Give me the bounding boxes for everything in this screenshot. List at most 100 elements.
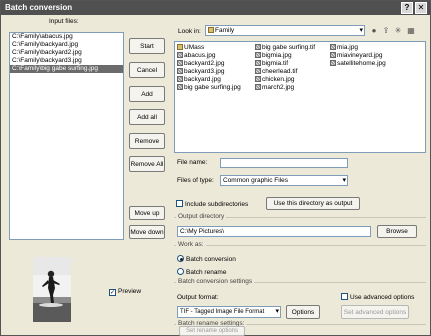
file-item-label: bigmia.tif (262, 60, 289, 67)
file-type-select[interactable]: Common graphic Files (220, 175, 348, 186)
output-directory-label: Output directory (176, 213, 227, 220)
file-item[interactable]: march2.jpg (255, 84, 315, 92)
use-directory-button[interactable]: Use this directory as output (266, 197, 360, 210)
include-subdirs-label: Include subdirectories (185, 201, 249, 208)
file-item-label: backyard.jpg (184, 76, 221, 83)
file-item-label: backyard2.jpg (184, 60, 225, 67)
output-directory-group: Output directory (174, 213, 426, 220)
list-item[interactable]: C:\Family\backyard.jpg (10, 41, 123, 49)
look-in-select[interactable]: Family (205, 25, 365, 36)
image-file-icon (255, 44, 261, 50)
use-advanced-checkbox[interactable]: Use advanced options (341, 293, 414, 301)
image-file-icon (255, 68, 261, 74)
add-button[interactable]: Add (129, 86, 165, 102)
checkbox-box[interactable]: ✓ (109, 289, 116, 296)
checkbox-box[interactable] (176, 200, 183, 207)
input-files-label: Input files: (49, 18, 79, 25)
up-folder-icon[interactable]: ⇪ (381, 26, 391, 36)
file-item[interactable]: backyard3.jpg (177, 68, 241, 76)
checkmark-icon: ✓ (110, 290, 116, 296)
image-file-icon (255, 52, 261, 58)
cancel-button[interactable]: Cancel (129, 62, 165, 78)
use-advanced-label: Use advanced options (350, 294, 415, 301)
remove-button[interactable]: Remove (129, 133, 165, 149)
batch-conversion-label: Batch conversion (186, 256, 236, 263)
file-item[interactable]: big gabe surfing.jpg (177, 84, 241, 92)
look-in-value: Family (215, 27, 235, 34)
batch-conversion-radio[interactable]: Batch conversion (177, 255, 236, 263)
image-file-icon (177, 76, 183, 82)
input-files-list[interactable]: C:\Family\abacus.jpg C:\Family\backyard.j… (9, 32, 124, 240)
batch-rename-label: Batch rename (186, 269, 227, 276)
file-item-label: abacus.jpg (184, 52, 216, 59)
checkbox-box[interactable] (341, 293, 348, 300)
work-as-label: Work as: (176, 241, 206, 248)
file-item-label: march2.jpg (262, 84, 295, 91)
close-button[interactable]: ✕ (415, 2, 427, 14)
image-file-icon (177, 84, 183, 90)
help-button[interactable]: ? (401, 2, 413, 14)
file-item[interactable]: big gabe surfing.tif (255, 44, 315, 52)
conversion-settings-group: Batch conversion settings (174, 278, 426, 285)
file-item[interactable]: bigmia.jpg (255, 52, 315, 60)
radio-selected[interactable] (177, 255, 184, 262)
batch-conversion-window: Batch conversion ? ✕ Input files: C:\Fam… (0, 0, 431, 336)
file-name-input[interactable] (220, 158, 348, 168)
file-item[interactable]: satellitehome.jpg (330, 60, 386, 68)
output-format-select[interactable]: TIF - Tagged Image File Format (177, 306, 281, 318)
file-item[interactable]: miavineyard.jpg (330, 52, 386, 60)
output-format-label: Output format: (177, 294, 219, 301)
file-item[interactable]: cheerlead.tif (255, 68, 315, 76)
list-item[interactable]: C:\Family\big gabe surfing.jpg (10, 65, 123, 73)
file-item[interactable]: bigmia.tif (255, 60, 315, 68)
image-file-icon (177, 60, 183, 66)
output-directory-input[interactable]: C:\My Pictures\ (177, 226, 371, 237)
preview-label: Preview (118, 288, 142, 295)
move-down-button[interactable]: Move down (129, 225, 165, 239)
title-bar: Batch conversion (1, 1, 430, 15)
add-all-button[interactable]: Add all (129, 109, 165, 125)
file-item-label: backyard3.jpg (184, 68, 225, 75)
output-format-value: TIF - Tagged Image File Format (180, 309, 265, 315)
file-type-label: Files of type: (177, 177, 214, 184)
include-subdirs-checkbox[interactable]: Include subdirectories (176, 200, 248, 208)
file-item[interactable]: mia.jpg (330, 44, 386, 52)
new-folder-icon[interactable]: ✳ (393, 26, 403, 36)
remove-all-button[interactable]: Remove All (129, 156, 165, 172)
help-icon: ? (404, 3, 410, 12)
batch-rename-radio[interactable]: Batch rename (177, 268, 226, 276)
set-advanced-options-button[interactable]: Set advanced options (341, 305, 409, 319)
file-item-label: big gabe surfing.tif (262, 44, 316, 51)
folder-icon (177, 44, 183, 50)
start-button[interactable]: Start (129, 38, 165, 54)
browse-button[interactable]: Browse (377, 225, 417, 238)
file-browser[interactable]: UMass abacus.jpg backyard2.jpg backyard3.jp… (174, 41, 426, 153)
file-item[interactable]: backyard2.jpg (177, 60, 241, 68)
list-item[interactable]: C:\Family\backyard3.jpg (10, 57, 123, 65)
radio-unselected[interactable] (177, 268, 184, 275)
surfing-photo (33, 257, 71, 322)
set-rename-options-button[interactable]: Set rename options (179, 326, 245, 336)
list-item[interactable]: C:\Family\abacus.jpg (10, 33, 123, 41)
image-file-icon (177, 52, 183, 58)
file-item-label: chicken.jpg (262, 76, 295, 83)
move-up-button[interactable]: Move up (129, 206, 165, 220)
back-icon[interactable]: ● (369, 26, 379, 36)
list-item[interactable]: C:\Family\backyard2.jpg (10, 49, 123, 57)
file-item[interactable]: UMass (177, 44, 241, 52)
window-title: Batch conversion (5, 3, 73, 12)
options-button[interactable]: Options (286, 305, 320, 319)
image-file-icon (330, 44, 336, 50)
output-directory-value: C:\My Pictures\ (180, 228, 225, 235)
folder-icon (208, 27, 214, 33)
file-item-label: miavineyard.jpg (337, 52, 383, 59)
file-item[interactable]: abacus.jpg (177, 52, 241, 60)
view-menu-icon[interactable]: ▦ (406, 26, 416, 36)
image-file-icon (330, 60, 336, 66)
image-file-icon (330, 52, 336, 58)
file-item[interactable]: chicken.jpg (255, 76, 315, 84)
file-item[interactable]: backyard.jpg (177, 76, 241, 84)
preview-checkbox[interactable]: ✓ Preview (109, 288, 141, 296)
file-item-label: satellitehome.jpg (337, 60, 386, 67)
file-item-label: mia.jpg (337, 44, 358, 51)
